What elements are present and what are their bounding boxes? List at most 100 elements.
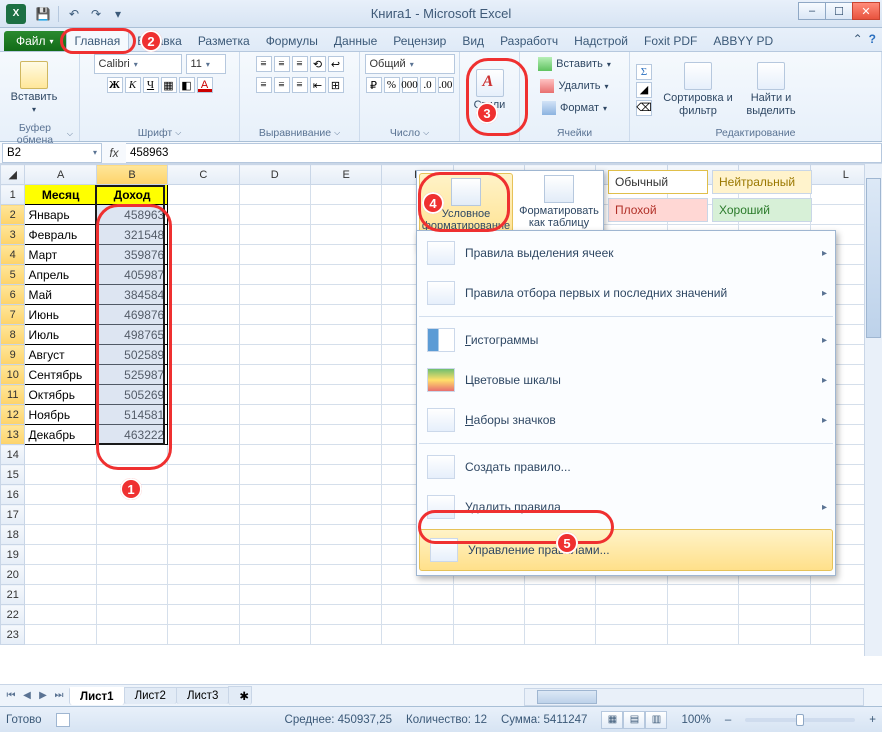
- clear-icon[interactable]: ⌫: [636, 100, 652, 116]
- number-format-combo[interactable]: Общий▾: [365, 54, 455, 74]
- format-cells-button[interactable]: Формат ▾: [542, 98, 607, 118]
- cf-highlight-rules[interactable]: Правила выделения ячеек: [417, 233, 835, 273]
- currency-icon[interactable]: ₽: [366, 77, 382, 93]
- cell-income[interactable]: 505269: [96, 385, 167, 405]
- tab-formulas[interactable]: Формулы: [258, 31, 326, 51]
- align-bot-icon[interactable]: ≡: [292, 56, 308, 72]
- font-size-combo[interactable]: 11▾: [186, 54, 226, 74]
- style-neutral[interactable]: Нейтральный: [712, 170, 812, 194]
- header-month[interactable]: Месяц: [25, 185, 96, 205]
- cell-income[interactable]: 384584: [96, 285, 167, 305]
- col-header-b[interactable]: B: [96, 165, 167, 185]
- macro-record-icon[interactable]: [56, 713, 70, 727]
- style-good[interactable]: Хороший: [712, 198, 812, 222]
- view-normal-icon[interactable]: ▦: [601, 711, 623, 729]
- cell-month[interactable]: Апрель: [25, 265, 96, 285]
- horizontal-scrollbar[interactable]: [524, 688, 864, 706]
- sheet-tab-new[interactable]: ✱: [228, 686, 252, 705]
- redo-icon[interactable]: ↷: [87, 5, 105, 23]
- cell-income[interactable]: 458963: [96, 205, 167, 225]
- tab-layout[interactable]: Разметка: [190, 31, 258, 51]
- cell-income[interactable]: 321548: [96, 225, 167, 245]
- cell-month[interactable]: Март: [25, 245, 96, 265]
- fill-color-button[interactable]: ◧: [179, 77, 195, 93]
- zoom-out-button[interactable]: –: [725, 714, 731, 726]
- cell-month[interactable]: Август: [25, 345, 96, 365]
- cell-month[interactable]: Июнь: [25, 305, 96, 325]
- cell-month[interactable]: Февраль: [25, 225, 96, 245]
- find-select-button[interactable]: Найти и выделить: [738, 57, 804, 123]
- cell-month[interactable]: Май: [25, 285, 96, 305]
- align-center-icon[interactable]: ≡: [274, 77, 290, 93]
- align-left-icon[interactable]: ≡: [256, 77, 272, 93]
- cell-income[interactable]: 498765: [96, 325, 167, 345]
- cell-income[interactable]: 502589: [96, 345, 167, 365]
- minimize-button[interactable]: –: [798, 2, 826, 20]
- wrap-text-icon[interactable]: ↩: [328, 56, 344, 72]
- delete-cells-button[interactable]: Удалить ▾: [540, 76, 608, 96]
- vertical-scrollbar[interactable]: [864, 164, 882, 656]
- view-pagebreak-icon[interactable]: ▥: [645, 711, 667, 729]
- close-button[interactable]: ✕: [852, 2, 880, 20]
- formula-input[interactable]: 458963: [126, 143, 882, 163]
- col-header-a[interactable]: A: [25, 165, 96, 185]
- indent-dec-icon[interactable]: ⇤: [310, 77, 326, 93]
- inc-decimal-icon[interactable]: .0: [420, 77, 436, 93]
- ribbon-minimize-icon[interactable]: ⌃: [853, 32, 863, 46]
- tab-review[interactable]: Рецензир: [385, 31, 454, 51]
- maximize-button[interactable]: ☐: [825, 2, 853, 20]
- cf-icon-sets[interactable]: Наборы значков: [417, 400, 835, 440]
- fx-icon[interactable]: fx: [102, 146, 126, 160]
- cell-month[interactable]: Январь: [25, 205, 96, 225]
- align-right-icon[interactable]: ≡: [292, 77, 308, 93]
- comma-icon[interactable]: 000: [402, 77, 418, 93]
- tab-foxit[interactable]: Foxit PDF: [636, 31, 705, 51]
- italic-button[interactable]: К: [125, 77, 141, 93]
- name-box[interactable]: B2▾: [2, 143, 102, 163]
- fill-icon[interactable]: ◢: [636, 82, 652, 98]
- help-icon[interactable]: ?: [869, 32, 876, 46]
- view-layout-icon[interactable]: ▤: [623, 711, 645, 729]
- sheet-nav-arrows[interactable]: ⏮◀▶⏭: [0, 690, 70, 701]
- cell-income[interactable]: 514581: [96, 405, 167, 425]
- percent-icon[interactable]: %: [384, 77, 400, 93]
- view-buttons[interactable]: ▦▤▥: [601, 711, 667, 729]
- table-row[interactable]: 21: [1, 585, 882, 605]
- select-all-corner[interactable]: ◢: [1, 165, 25, 185]
- cf-top-bottom-rules[interactable]: Правила отбора первых и последних значен…: [417, 273, 835, 313]
- orientation-icon[interactable]: ⟲: [310, 56, 326, 72]
- zoom-slider[interactable]: [745, 718, 855, 722]
- table-row[interactable]: 23: [1, 625, 882, 645]
- cell-month[interactable]: Ноябрь: [25, 405, 96, 425]
- paste-button[interactable]: Вставить▾: [6, 54, 62, 120]
- cf-clear-rules[interactable]: Удалить правила: [417, 487, 835, 527]
- cell-income[interactable]: 525987: [96, 365, 167, 385]
- zoom-level[interactable]: 100%: [681, 714, 710, 726]
- cell-month[interactable]: Октябрь: [25, 385, 96, 405]
- tab-data[interactable]: Данные: [326, 31, 385, 51]
- zoom-in-button[interactable]: +: [869, 714, 876, 726]
- table-row[interactable]: 22: [1, 605, 882, 625]
- cell-income[interactable]: 359876: [96, 245, 167, 265]
- insert-cells-button[interactable]: Вставить ▾: [538, 54, 611, 74]
- col-header[interactable]: E: [310, 165, 381, 185]
- cell-styles-gallery[interactable]: Обычный Плохой Нейтральный Хороший: [608, 170, 812, 222]
- cell-month[interactable]: Июль: [25, 325, 96, 345]
- cf-new-rule[interactable]: Создать правило...: [417, 447, 835, 487]
- cell-income[interactable]: 405987: [96, 265, 167, 285]
- cf-manage-rules[interactable]: Управление правилами...: [419, 529, 833, 571]
- undo-icon[interactable]: ↶: [65, 5, 83, 23]
- bold-button[interactable]: Ж: [107, 77, 123, 93]
- cell-income[interactable]: 469876: [96, 305, 167, 325]
- tab-abbyy[interactable]: ABBYY PD: [705, 31, 781, 51]
- tab-developer[interactable]: Разработч: [492, 31, 566, 51]
- autosum-icon[interactable]: Σ: [636, 64, 652, 80]
- tab-addins[interactable]: Надстрой: [566, 31, 636, 51]
- style-normal[interactable]: Обычный: [608, 170, 708, 194]
- sheet-tab-1[interactable]: Лист1: [69, 687, 125, 705]
- align-mid-icon[interactable]: ≡: [274, 56, 290, 72]
- cf-color-scales[interactable]: Цветовые шкалы: [417, 360, 835, 400]
- merge-icon[interactable]: ⊞: [328, 77, 344, 93]
- tab-home[interactable]: Главная: [66, 30, 130, 52]
- cell-income[interactable]: 463222: [96, 425, 167, 445]
